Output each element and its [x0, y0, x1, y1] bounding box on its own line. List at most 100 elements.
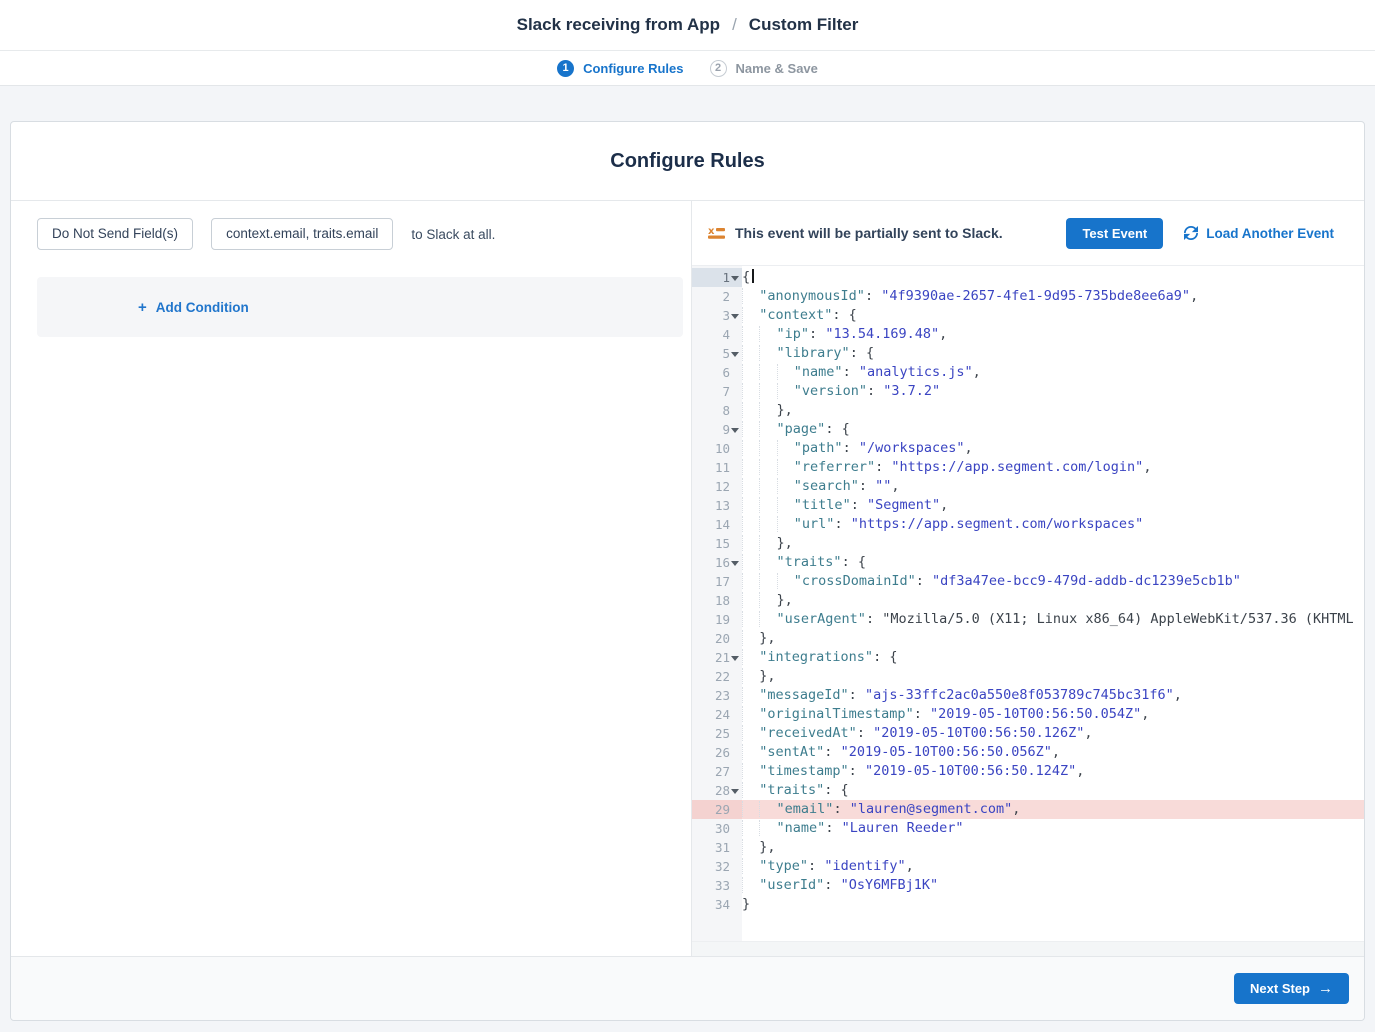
add-condition-button[interactable]: + Add Condition — [138, 300, 249, 315]
code-line-text[interactable]: "email": "lauren@segment.com", — [742, 800, 1364, 819]
code-line-text[interactable]: "url": "https://app.segment.com/workspac… — [742, 515, 1364, 534]
code-line[interactable]: 28 "traits": { — [692, 781, 1364, 800]
code-line-text[interactable]: "userId": "OsY6MFBj1K" — [742, 876, 1364, 895]
line-number[interactable]: 10 — [692, 439, 742, 458]
breadcrumb-source-destination[interactable]: Slack receiving from App — [517, 15, 720, 35]
code-line-text[interactable]: "type": "identify", — [742, 857, 1364, 876]
code-line-text[interactable]: }, — [742, 667, 1364, 686]
code-line[interactable]: 21 "integrations": { — [692, 648, 1364, 667]
fold-toggle-icon[interactable] — [731, 656, 739, 661]
line-number[interactable]: 15 — [692, 534, 742, 553]
code-line[interactable]: 20 }, — [692, 629, 1364, 648]
line-number[interactable]: 27 — [692, 762, 742, 781]
line-number[interactable]: 7 — [692, 382, 742, 401]
line-number[interactable]: 1 — [692, 268, 742, 287]
code-line[interactable]: 2 "anonymousId": "4f9390ae-2657-4fe1-9d9… — [692, 287, 1364, 306]
code-line[interactable]: 4 "ip": "13.54.169.48", — [692, 325, 1364, 344]
rule-fields-input[interactable]: context.email, traits.email — [211, 218, 393, 250]
code-line-text[interactable]: "title": "Segment", — [742, 496, 1364, 515]
code-line-text[interactable]: "name": "Lauren Reeder" — [742, 819, 1364, 838]
code-line-text[interactable]: "ip": "13.54.169.48", — [742, 325, 1364, 344]
code-line-text[interactable]: "version": "3.7.2" — [742, 382, 1364, 401]
fold-toggle-icon[interactable] — [731, 352, 739, 357]
code-line[interactable]: 27 "timestamp": "2019-05-10T00:56:50.124… — [692, 762, 1364, 781]
line-number[interactable]: 22 — [692, 667, 742, 686]
code-line[interactable]: 11 "referrer": "https://app.segment.com/… — [692, 458, 1364, 477]
line-number[interactable]: 23 — [692, 686, 742, 705]
code-line-text[interactable]: }, — [742, 591, 1364, 610]
fold-toggle-icon[interactable] — [731, 314, 739, 319]
code-line[interactable]: 15 }, — [692, 534, 1364, 553]
code-line-text[interactable]: "path": "/workspaces", — [742, 439, 1364, 458]
line-number[interactable]: 26 — [692, 743, 742, 762]
code-line[interactable]: 22 }, — [692, 667, 1364, 686]
line-number[interactable]: 16 — [692, 553, 742, 572]
code-line-text[interactable]: "search": "", — [742, 477, 1364, 496]
code-line[interactable]: 30 "name": "Lauren Reeder" — [692, 819, 1364, 838]
code-line[interactable]: 25 "receivedAt": "2019-05-10T00:56:50.12… — [692, 724, 1364, 743]
code-line-text[interactable]: "traits": { — [742, 781, 1364, 800]
line-number[interactable]: 20 — [692, 629, 742, 648]
rule-action-selector[interactable]: Do Not Send Field(s) — [37, 218, 193, 250]
code-line-text[interactable]: "messageId": "ajs-33ffc2ac0a550e8f053789… — [742, 686, 1364, 705]
fold-toggle-icon[interactable] — [731, 276, 739, 281]
line-number[interactable]: 34 — [692, 895, 742, 914]
step-configure-rules[interactable]: 1 Configure Rules — [557, 60, 683, 77]
step-name-and-save[interactable]: 2 Name & Save — [710, 60, 818, 77]
code-line[interactable]: 1{ — [692, 268, 1364, 287]
code-line[interactable]: 5 "library": { — [692, 344, 1364, 363]
line-number[interactable]: 32 — [692, 857, 742, 876]
horizontal-scrollbar[interactable] — [692, 941, 1364, 956]
code-line-text[interactable]: }, — [742, 534, 1364, 553]
code-line[interactable]: 23 "messageId": "ajs-33ffc2ac0a550e8f053… — [692, 686, 1364, 705]
line-number[interactable]: 4 — [692, 325, 742, 344]
code-line[interactable]: 26 "sentAt": "2019-05-10T00:56:50.056Z", — [692, 743, 1364, 762]
code-line-text[interactable]: "crossDomainId": "df3a47ee-bcc9-479d-add… — [742, 572, 1364, 591]
code-line[interactable]: 14 "url": "https://app.segment.com/works… — [692, 515, 1364, 534]
code-line-text[interactable]: "anonymousId": "4f9390ae-2657-4fe1-9d95-… — [742, 287, 1364, 306]
code-line-text[interactable]: { — [742, 268, 1364, 287]
line-number[interactable]: 30 — [692, 819, 742, 838]
line-number[interactable]: 8 — [692, 401, 742, 420]
code-line[interactable]: 29 "email": "lauren@segment.com", — [692, 800, 1364, 819]
line-number[interactable]: 2 — [692, 287, 742, 306]
code-line[interactable]: 13 "title": "Segment", — [692, 496, 1364, 515]
code-line[interactable]: 8 }, — [692, 401, 1364, 420]
code-line-text[interactable]: "page": { — [742, 420, 1364, 439]
code-line[interactable]: 6 "name": "analytics.js", — [692, 363, 1364, 382]
code-line[interactable]: 12 "search": "", — [692, 477, 1364, 496]
code-line-text[interactable]: "sentAt": "2019-05-10T00:56:50.056Z", — [742, 743, 1364, 762]
load-another-event-button[interactable]: Load Another Event — [1184, 226, 1334, 241]
code-line[interactable]: 33 "userId": "OsY6MFBj1K" — [692, 876, 1364, 895]
line-number[interactable]: 9 — [692, 420, 742, 439]
code-line-text[interactable]: } — [742, 895, 1364, 914]
code-line-text[interactable]: "name": "analytics.js", — [742, 363, 1364, 382]
code-line[interactable]: 31 }, — [692, 838, 1364, 857]
line-number[interactable]: 18 — [692, 591, 742, 610]
json-code-editor[interactable]: 1{2 "anonymousId": "4f9390ae-2657-4fe1-9… — [692, 265, 1364, 956]
code-line-text[interactable]: "userAgent": "Mozilla/5.0 (X11; Linux x8… — [742, 610, 1364, 629]
code-line-text[interactable]: "referrer": "https://app.segment.com/log… — [742, 458, 1364, 477]
line-number[interactable]: 25 — [692, 724, 742, 743]
code-line-text[interactable]: "timestamp": "2019-05-10T00:56:50.124Z", — [742, 762, 1364, 781]
line-number[interactable]: 5 — [692, 344, 742, 363]
line-number[interactable]: 19 — [692, 610, 742, 629]
code-line-text[interactable]: "receivedAt": "2019-05-10T00:56:50.126Z"… — [742, 724, 1364, 743]
code-line-text[interactable]: "originalTimestamp": "2019-05-10T00:56:5… — [742, 705, 1364, 724]
test-event-button[interactable]: Test Event — [1066, 218, 1163, 249]
line-number[interactable]: 21 — [692, 648, 742, 667]
code-line-text[interactable]: "traits": { — [742, 553, 1364, 572]
code-line[interactable]: 19 "userAgent": "Mozilla/5.0 (X11; Linux… — [692, 610, 1364, 629]
line-number[interactable]: 33 — [692, 876, 742, 895]
line-number[interactable]: 17 — [692, 572, 742, 591]
code-line-text[interactable]: "integrations": { — [742, 648, 1364, 667]
line-number[interactable]: 29 — [692, 800, 742, 819]
code-line-text[interactable]: }, — [742, 401, 1364, 420]
line-number[interactable]: 28 — [692, 781, 742, 800]
line-number[interactable]: 14 — [692, 515, 742, 534]
next-step-button[interactable]: Next Step → — [1234, 973, 1349, 1004]
line-number[interactable]: 11 — [692, 458, 742, 477]
code-line-text[interactable]: }, — [742, 629, 1364, 648]
code-line-text[interactable]: }, — [742, 838, 1364, 857]
code-line[interactable]: 18 }, — [692, 591, 1364, 610]
